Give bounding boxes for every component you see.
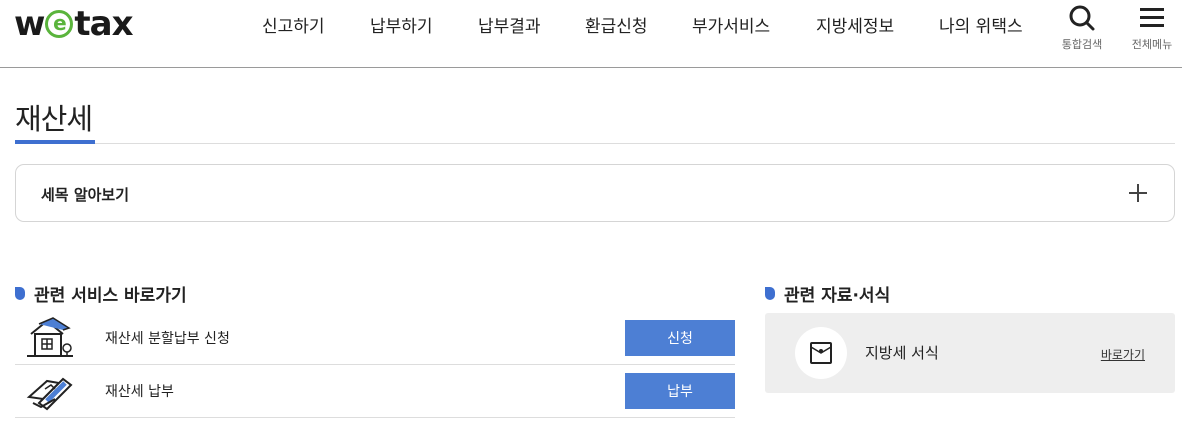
site-header: w e tax 신고하기 납부하기 납부결과 환급신청 부가서비스 지방세정보 나의…	[0, 0, 1182, 68]
card-payment-icon	[26, 377, 73, 411]
logo-e: e	[45, 10, 74, 38]
nav-item-extra-services[interactable]: 부가서비스	[692, 12, 770, 37]
service-name: 재산세 분할납부 신청	[105, 331, 230, 347]
service-row: 재산세 분할납부 신청 신청	[15, 312, 735, 365]
nav-item-pay[interactable]: 납부하기	[370, 12, 433, 37]
title-accent-bar	[15, 140, 95, 144]
plus-icon[interactable]	[1126, 181, 1150, 205]
logo-w: w	[14, 4, 45, 44]
hamburger-menu-icon	[1140, 8, 1164, 27]
service-name: 재산세 납부	[105, 384, 174, 400]
house-icon	[27, 317, 73, 357]
tax-info-accordion[interactable]: 세목 알아보기	[15, 164, 1175, 222]
accordion-label: 세목 알아보기	[41, 186, 130, 204]
title-divider	[15, 143, 1175, 144]
wetax-logo[interactable]: w e tax	[14, 4, 134, 44]
document-name: 지방세 서식	[865, 344, 939, 362]
nav-item-local-tax-info[interactable]: 지방세정보	[816, 12, 894, 37]
document-item: 지방세 서식 바로가기	[765, 313, 1175, 393]
pay-button[interactable]: 납부	[625, 373, 735, 409]
logo-tax: tax	[74, 4, 133, 44]
menu-label: 전체메뉴	[1131, 38, 1173, 51]
nav-item-refund[interactable]: 환급신청	[585, 12, 648, 37]
page-title: 재산세	[15, 102, 93, 136]
bullet-icon	[765, 287, 775, 300]
nav-item-file[interactable]: 신고하기	[262, 12, 325, 37]
search-button[interactable]: 통합검색	[1052, 4, 1112, 52]
menu-button[interactable]: 전체메뉴	[1122, 4, 1182, 52]
services-section-title: 관련 서비스 바로가기	[15, 281, 187, 306]
documents-section-title: 관련 자료·서식	[765, 281, 890, 306]
service-row: 재산세 납부 납부	[15, 365, 735, 418]
go-to-link[interactable]: 바로가기	[1101, 346, 1145, 363]
apply-button[interactable]: 신청	[625, 320, 735, 356]
documents-title-text: 관련 자료·서식	[784, 286, 891, 306]
search-label: 통합검색	[1061, 38, 1103, 51]
envelope-icon-circle	[795, 327, 847, 379]
search-icon	[1069, 5, 1095, 31]
envelope-icon	[810, 342, 832, 364]
nav-item-payment-result[interactable]: 납부결과	[478, 12, 541, 37]
nav-item-my-wetax[interactable]: 나의 위택스	[939, 12, 1023, 37]
services-title-text: 관련 서비스 바로가기	[34, 286, 187, 306]
bullet-icon	[15, 287, 25, 300]
